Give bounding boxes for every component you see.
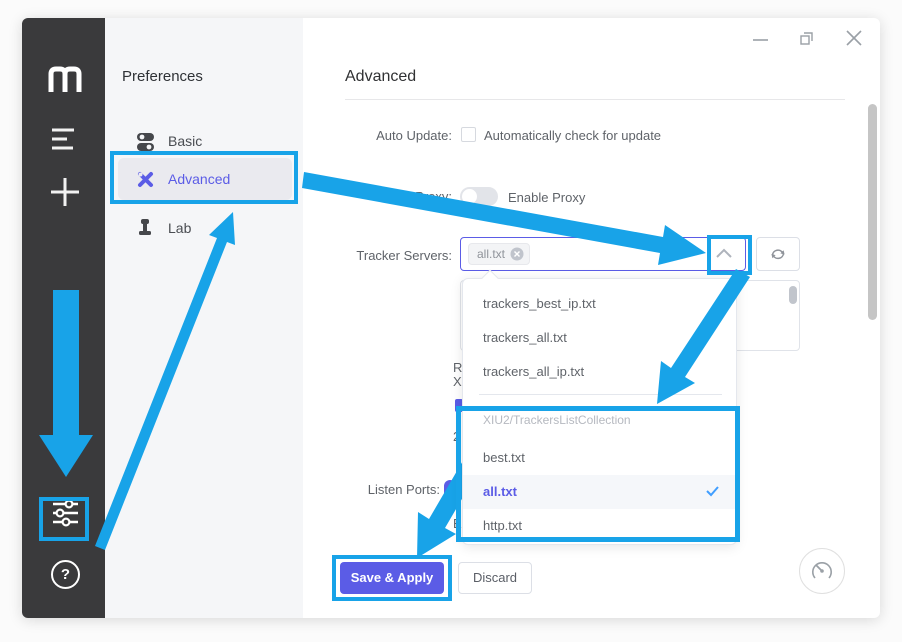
auto-update-checkbox-label[interactable]: Automatically check for update — [484, 128, 661, 143]
proxy-toggle-label: Enable Proxy — [508, 190, 585, 205]
auto-update-label: Auto Update: — [292, 128, 452, 143]
preferences-title: Preferences — [122, 68, 203, 85]
toggles-icon — [136, 132, 155, 151]
speed-limit-button[interactable] — [799, 548, 845, 594]
tag-remove-icon[interactable] — [510, 247, 524, 261]
close-icon[interactable] — [845, 29, 863, 47]
sidebar-item-lab[interactable]: Lab — [136, 207, 286, 249]
selected-tag-label: all.txt — [477, 247, 505, 261]
listen-ports-label: Listen Ports: — [280, 482, 440, 497]
task-list-icon[interactable] — [49, 126, 81, 152]
annotation-box-save — [332, 555, 452, 601]
dropdown-item[interactable]: trackers_all_ip.txt — [463, 355, 736, 389]
occluded-text: X — [453, 374, 462, 389]
motrix-logo-icon — [47, 62, 83, 94]
discard-button[interactable]: Discard — [458, 562, 532, 594]
dropdown-item[interactable]: trackers_all.txt — [463, 321, 736, 355]
add-task-icon[interactable] — [50, 176, 82, 208]
minimize-icon[interactable] — [752, 33, 769, 47]
annotation-box-dropdown-group — [456, 406, 740, 542]
refresh-trackers-button[interactable] — [756, 237, 800, 271]
proxy-toggle[interactable] — [460, 187, 498, 206]
annotation-box-chevron — [707, 235, 752, 275]
textarea-scrollbar[interactable] — [789, 286, 797, 304]
annotation-box-advanced — [110, 151, 298, 204]
lab-icon — [136, 218, 155, 238]
sync-icon — [769, 246, 787, 262]
maximize-icon[interactable] — [799, 30, 815, 47]
proxy-label: Proxy: — [292, 189, 452, 204]
selected-tag: all.txt — [468, 243, 530, 265]
dropdown-item[interactable]: trackers_best_ip.txt — [463, 287, 736, 321]
help-icon[interactable]: ? — [51, 560, 80, 589]
occluded-toggle — [444, 480, 456, 498]
annotation-box-settings — [39, 497, 89, 541]
tracker-servers-label: Tracker Servers: — [292, 248, 452, 263]
sidebar-item-label: Lab — [168, 220, 191, 236]
divider — [345, 99, 845, 100]
auto-update-checkbox[interactable] — [461, 127, 476, 142]
preferences-panel — [105, 18, 303, 618]
sidebar-item-label: Basic — [168, 133, 202, 149]
gauge-icon — [808, 557, 836, 585]
page-title: Advanced — [345, 68, 416, 86]
dropdown-divider — [479, 394, 722, 395]
window-scrollbar[interactable] — [868, 104, 877, 320]
occluded-text: R — [453, 360, 462, 375]
